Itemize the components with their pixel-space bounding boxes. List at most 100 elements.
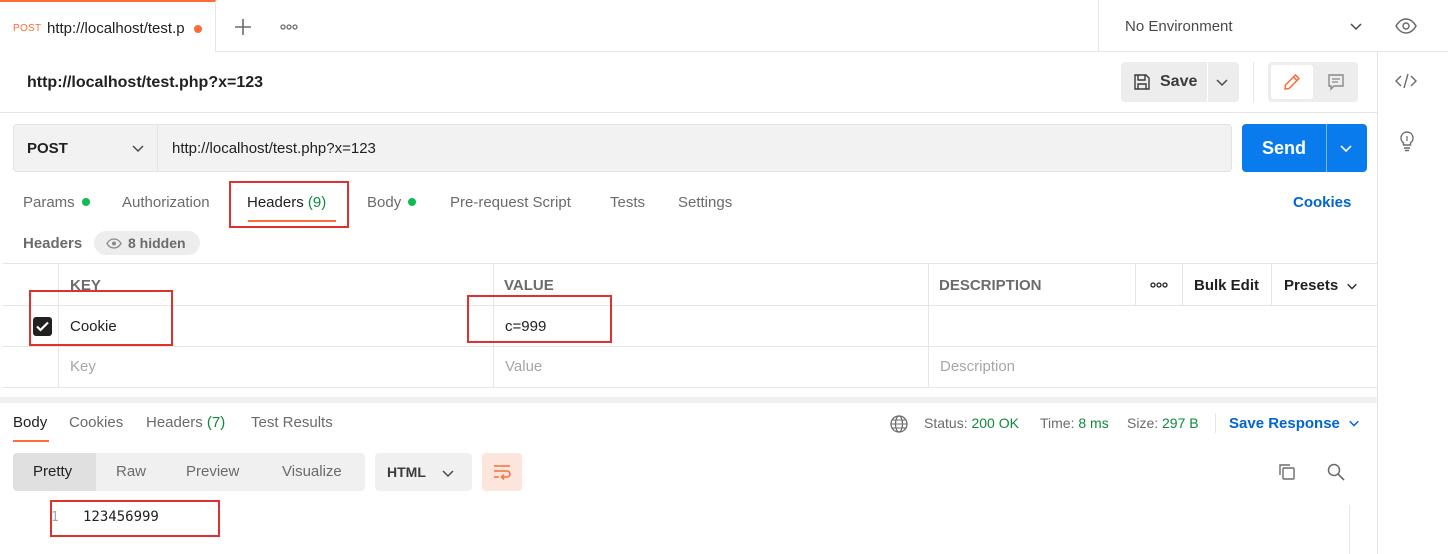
format-visualize[interactable]: Visualize [282, 463, 342, 480]
size-value: 297 B [1162, 415, 1199, 431]
tab-bar: POST http://localhost/test.p No Environm… [0, 0, 1448, 52]
eye-icon [106, 238, 122, 249]
tab-body[interactable]: Body [367, 194, 417, 211]
chevron-down-icon [1347, 283, 1357, 290]
save-response-button[interactable]: Save Response [1229, 415, 1340, 432]
language-label: HTML [387, 464, 426, 480]
annotation-box-response-body [50, 500, 220, 537]
comment-icon [1328, 74, 1344, 91]
presets-dropdown[interactable]: Presets [1284, 277, 1358, 294]
tab-prerequest-script[interactable]: Pre-request Script [450, 194, 571, 211]
toolbar-divider [1253, 62, 1254, 102]
tab-authorization[interactable]: Authorization [122, 194, 210, 211]
pencil-icon [1284, 73, 1301, 90]
code-icon[interactable] [1395, 72, 1417, 90]
status-label: Status: [924, 415, 968, 431]
copy-icon[interactable] [1277, 462, 1297, 482]
size-label: Size: [1127, 415, 1159, 431]
time-value: 8 ms [1078, 415, 1109, 431]
save-icon [1134, 74, 1150, 90]
response-tab-body[interactable]: Body [13, 414, 47, 431]
plus-icon [235, 19, 251, 35]
column-divider [928, 264, 929, 387]
response-tab-headers[interactable]: Headers (7) [146, 414, 225, 431]
save-label: Save [1160, 73, 1198, 90]
hidden-headers-toggle[interactable]: 8 hidden [94, 231, 200, 255]
response-headers-count: (7) [206, 414, 226, 431]
environment-select[interactable]: No Environment [1098, 0, 1378, 52]
save-divider [1207, 62, 1208, 102]
wrap-lines-button[interactable] [482, 453, 522, 491]
request-tab[interactable]: POST http://localhost/test.p [0, 0, 216, 52]
chevron-down-icon[interactable] [1215, 75, 1229, 89]
tab-tests[interactable]: Tests [610, 194, 645, 211]
status-readout[interactable]: Status: 200 OK [924, 415, 1019, 431]
response-headers-label: Headers [146, 414, 203, 431]
body-indicator [408, 198, 417, 207]
tab-params-label: Params [23, 194, 75, 211]
request-title[interactable]: http://localhost/test.php?x=123 [27, 74, 263, 92]
language-select[interactable]: HTML [375, 453, 472, 491]
headers-heading: Headers [23, 235, 83, 252]
format-raw[interactable]: Raw [116, 463, 146, 480]
response-format-tabs: Pretty Raw Preview Visualize [13, 453, 365, 491]
cookies-link[interactable]: Cookies [1293, 194, 1351, 211]
column-divider [1182, 264, 1183, 305]
right-sidebar [1377, 52, 1448, 554]
edit-mode-button[interactable] [1271, 65, 1313, 99]
format-pretty[interactable]: Pretty [33, 463, 72, 480]
row-divider [3, 305, 1377, 306]
send-button[interactable]: Send [1242, 124, 1367, 172]
mode-toggle [1268, 62, 1358, 102]
comments-mode-button[interactable] [1315, 65, 1357, 99]
send-divider [1326, 124, 1327, 172]
search-icon[interactable] [1326, 462, 1346, 482]
url-input[interactable]: http://localhost/test.php?x=123 [172, 140, 376, 157]
more-horizontal-icon [280, 24, 298, 30]
save-button[interactable]: Save [1121, 62, 1239, 102]
unsaved-indicator [194, 25, 202, 33]
wrap-lines-icon [494, 465, 511, 481]
divider [0, 112, 1377, 113]
method-select[interactable]: POST [14, 125, 158, 171]
bulk-edit-button[interactable]: Bulk Edit [1194, 277, 1259, 294]
tab-params[interactable]: Params [23, 194, 90, 211]
response-scrollbar[interactable] [1349, 505, 1367, 554]
environment-quick-look-icon[interactable] [1394, 15, 1418, 37]
size-readout[interactable]: Size: 297 B [1127, 415, 1199, 431]
more-horizontal-icon[interactable] [1148, 278, 1170, 292]
globe-icon[interactable] [889, 414, 909, 434]
lightbulb-icon[interactable] [1397, 130, 1417, 152]
chevron-down-icon[interactable] [1348, 417, 1360, 429]
status-value: 200 OK [971, 415, 1019, 431]
new-value-input[interactable]: Value [505, 358, 542, 375]
pane-resize-handle[interactable] [0, 397, 1377, 403]
format-preview[interactable]: Preview [186, 463, 239, 480]
new-description-input[interactable]: Description [940, 358, 1015, 375]
time-label: Time: [1040, 415, 1075, 431]
new-key-input[interactable]: Key [70, 358, 96, 375]
active-response-tab-indicator [13, 440, 49, 442]
environment-label: No Environment [1125, 18, 1233, 35]
chevron-down-icon [1350, 23, 1362, 31]
params-indicator [81, 198, 90, 207]
chevron-down-icon [442, 470, 454, 478]
headers-table: KEY VALUE DESCRIPTION Bulk Edit Presets … [3, 263, 1377, 388]
tab-settings[interactable]: Settings [678, 194, 732, 211]
url-bar: POST http://localhost/test.php?x=123 [13, 124, 1232, 172]
tab-url-label: http://localhost/test.p [47, 20, 185, 37]
new-tab-button[interactable] [230, 14, 256, 40]
response-tab-cookies[interactable]: Cookies [69, 414, 123, 431]
time-readout[interactable]: Time: 8 ms [1040, 415, 1109, 431]
column-header-value: VALUE [504, 277, 554, 294]
more-tabs-button[interactable] [276, 14, 302, 40]
tab-method-label: POST [13, 23, 42, 34]
column-divider [1135, 264, 1136, 305]
annotation-box-headers-tab [229, 181, 349, 228]
annotation-box-cookie-key [29, 290, 173, 346]
row-divider [3, 346, 1377, 347]
chevron-down-icon[interactable] [1339, 141, 1353, 155]
chevron-down-icon [132, 145, 144, 153]
tab-body-label: Body [367, 194, 402, 211]
response-tab-test-results[interactable]: Test Results [251, 414, 333, 431]
